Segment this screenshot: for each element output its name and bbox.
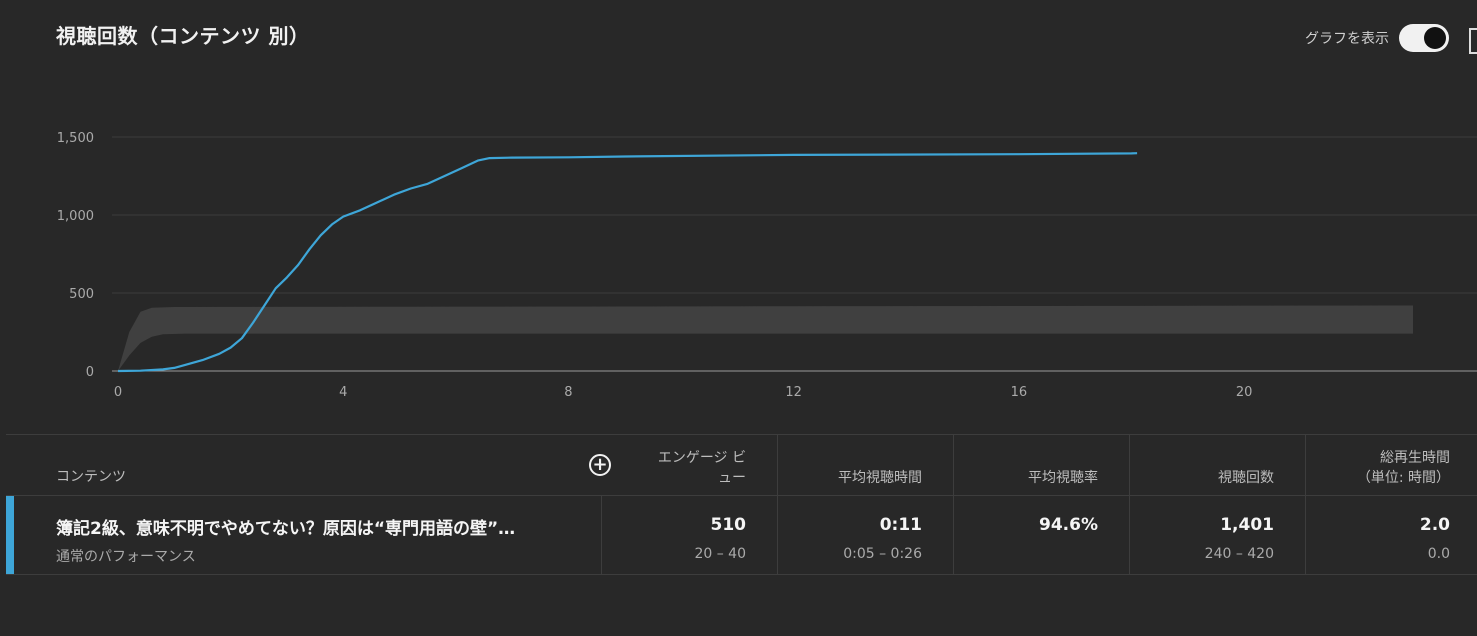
- x-tick-label: 4: [339, 385, 347, 400]
- header-watch-time[interactable]: 総再生時間 （単位: 時間）: [1320, 448, 1450, 488]
- x-tick-label: 16: [1011, 385, 1028, 400]
- col-divider: [1305, 434, 1306, 574]
- engaged-views-value: 510: [710, 515, 747, 535]
- avg-view-duration-range: 0:05 – 0:26: [843, 546, 922, 562]
- x-tick-label: 8: [564, 385, 572, 400]
- tick-layer: 0 500 1,000 1,500 0 4 8 12 16 20: [57, 131, 1253, 400]
- y-tick-label: 1,500: [57, 131, 94, 146]
- export-icon[interactable]: [1469, 28, 1477, 54]
- avg-percentage-value: 94.6%: [1039, 515, 1098, 535]
- page-title: 視聴回数（コンテンツ 別）: [56, 24, 310, 48]
- series-layer: [117, 152, 1138, 373]
- x-tick-label: 12: [785, 385, 802, 400]
- performance-band: [118, 305, 1413, 371]
- views-chart: 0 500 1,000 1,500 0 4 8 12 16 20: [57, 131, 1477, 400]
- header-engaged-views[interactable]: エンゲージ ビ ュー: [616, 448, 746, 488]
- col-divider: [777, 434, 778, 574]
- header-views[interactable]: 視聴回数: [1144, 468, 1274, 488]
- row-series-color: [6, 496, 14, 574]
- toggle-knob: [1424, 27, 1446, 49]
- graph-toggle-group[interactable]: グラフを表示: [1305, 24, 1449, 52]
- views-value: 1,401: [1220, 515, 1274, 535]
- col-divider: [1129, 434, 1130, 574]
- y-tick-label: 500: [69, 287, 94, 302]
- col-divider: [601, 496, 602, 574]
- row-divider: [6, 574, 1477, 575]
- performance-label: 通常のパフォーマンス: [56, 549, 196, 565]
- y-tick-label: 1,000: [57, 209, 94, 224]
- performance-band-layer: [118, 305, 1413, 371]
- video-title-link[interactable]: 簿記2級、意味不明でやめてない？原因は“専門用語の壁”…: [56, 514, 586, 539]
- header-avg-view-duration[interactable]: 平均視聴時間: [792, 468, 922, 488]
- show-graph-toggle[interactable]: [1399, 24, 1449, 52]
- x-tick-label: 0: [114, 385, 122, 400]
- col-divider: [953, 434, 954, 574]
- views-line: [117, 152, 1138, 373]
- avg-view-duration-value: 0:11: [879, 515, 922, 535]
- header-divider: [6, 495, 1477, 496]
- x-tick-label: 20: [1236, 385, 1253, 400]
- chart-grid: [112, 136, 1477, 372]
- header-content[interactable]: コンテンツ: [56, 467, 126, 487]
- add-metric-button[interactable]: +: [589, 454, 611, 476]
- table-top-divider: [6, 434, 1477, 435]
- engaged-views-range: 20 – 40: [694, 546, 746, 562]
- watch-time-value: 2.0: [1419, 515, 1450, 535]
- views-range: 240 – 420: [1204, 546, 1274, 562]
- graph-toggle-label: グラフを表示: [1305, 31, 1389, 47]
- header-avg-percentage[interactable]: 平均視聴率: [968, 468, 1098, 488]
- watch-time-range: 0.0: [1427, 546, 1450, 562]
- y-tick-label: 0: [86, 365, 94, 380]
